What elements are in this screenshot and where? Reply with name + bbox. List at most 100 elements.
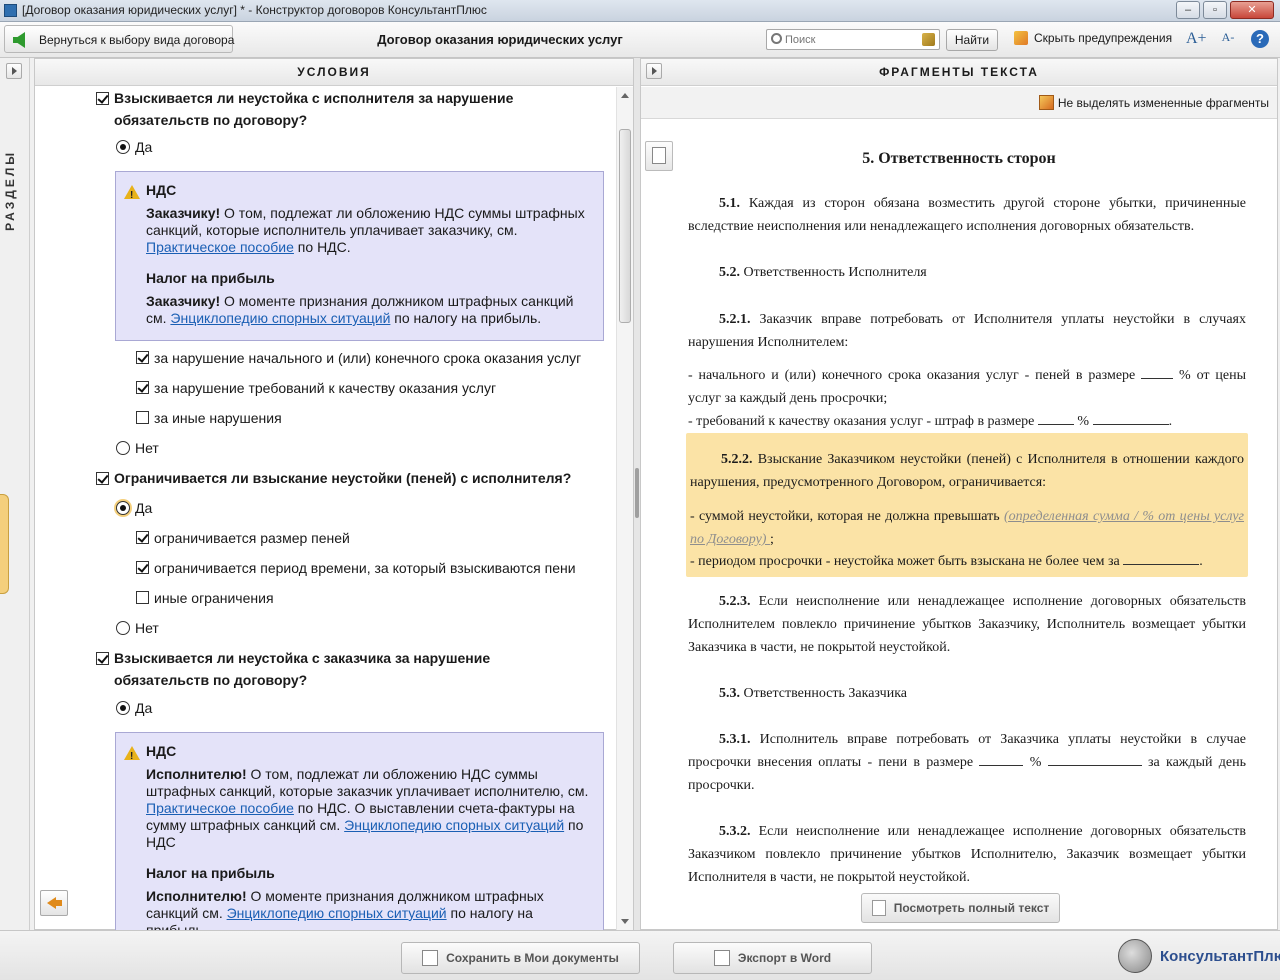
blank-field[interactable]: [1092, 411, 1169, 425]
conditions-header: УСЛОВИЯ: [35, 59, 633, 86]
find-button[interactable]: Найти: [946, 29, 998, 51]
q2-yes-label: Да: [135, 500, 153, 516]
help-icon[interactable]: ?: [1251, 30, 1269, 48]
practical-guide-link[interactable]: Практическое пособие: [146, 800, 294, 816]
bottom-bar: Сохранить в Мои документы Экспорт в Word…: [0, 930, 1280, 980]
hide-warnings-button[interactable]: Скрыть предупреждения: [1014, 31, 1172, 49]
clause-5-1: 5.1. Каждая из сторон обязана возместить…: [688, 196, 1246, 234]
previous-section-button[interactable]: [40, 890, 68, 916]
sections-tab-handle[interactable]: [0, 494, 9, 594]
increase-font-icon[interactable]: A+: [1186, 30, 1207, 50]
q1-opt3-checkbox[interactable]: [136, 411, 149, 424]
blank-field[interactable]: [979, 752, 1024, 766]
clause-5-3: 5.3. Ответственность Заказчика: [719, 686, 908, 701]
scrollbar-thumb[interactable]: [619, 129, 631, 323]
hide-warnings-label: Скрыть предупреждения: [1034, 31, 1173, 45]
note-vat-text: Исполнителю! О том, подлежат ли обложени…: [146, 766, 589, 850]
q1-opt1-label: за нарушение начального и (или) конечног…: [154, 350, 582, 366]
expand-sections-button[interactable]: [6, 63, 22, 79]
contract-text-preview: 5. Ответственность сторон 5.1. Каждая из…: [641, 120, 1277, 890]
scroll-down-icon[interactable]: [621, 919, 629, 924]
save-icon: [422, 950, 439, 966]
note-profit-tax-text: Заказчику! О моменте признания должником…: [146, 293, 574, 326]
note-heading-vat: НДС: [146, 182, 177, 198]
disputes-encyclopedia-link[interactable]: Энциклопедию спорных ситуаций: [170, 310, 390, 326]
splitter-grip[interactable]: [635, 468, 639, 518]
q3-yes-label: Да: [135, 700, 153, 716]
q1-opt1-checkbox[interactable]: [136, 351, 149, 364]
view-full-text-button[interactable]: Посмотреть полный текст: [861, 893, 1060, 923]
blank-field[interactable]: [1047, 752, 1142, 766]
maximize-button[interactable]: ▫: [1203, 1, 1227, 19]
q2-yes-radio[interactable]: [116, 501, 130, 515]
q2-no-radio[interactable]: [116, 621, 130, 635]
section-title: 5. Ответственность сторон: [862, 150, 1056, 167]
note-heading-profit-tax: Налог на прибыль: [146, 865, 275, 881]
export-label: Экспорт в Word: [737, 951, 832, 965]
q1-question: Взыскивается ли неустойка с исполнителя …: [114, 90, 514, 128]
q2-opt2-checkbox[interactable]: [136, 561, 149, 574]
clause-5-3-2: 5.3.2. Если неисполнение или ненадлежаще…: [688, 824, 1246, 885]
sections-label[interactable]: РАЗДЕЛЫ: [3, 150, 25, 231]
app-icon: [4, 4, 17, 17]
q1-no-radio[interactable]: [116, 441, 130, 455]
q3-info-note: НДС Исполнителю! О том, подлежат ли обло…: [115, 732, 604, 930]
q1-opt2-label: за нарушение требований к качеству оказа…: [154, 380, 497, 396]
q2-checkbox[interactable]: [96, 472, 109, 485]
clause-5-2-2-item-1: - суммой неустойки, которая не должна пр…: [690, 509, 1244, 547]
window-title: [Договор оказания юридических услуг] * -…: [22, 3, 487, 17]
q2-opt3-label: иные ограничения: [154, 590, 274, 606]
disputes-encyclopedia-link[interactable]: Энциклопедию спорных ситуаций: [227, 905, 447, 921]
q2-opt3-checkbox[interactable]: [136, 591, 149, 604]
q3-yes-radio[interactable]: [116, 701, 130, 715]
clause-5-2-2-item-2: - периодом просрочки - неустойка может б…: [690, 550, 1244, 573]
note-heading-profit-tax: Налог на прибыль: [146, 270, 275, 286]
search-input[interactable]: [785, 32, 915, 47]
q2-opt1-label: ограничивается размер пеней: [154, 530, 350, 546]
q1-checkbox[interactable]: [96, 92, 109, 105]
q1-yes-radio[interactable]: [116, 140, 130, 154]
clause-5-2-1-item-2: - требований к качеству оказания услуг -…: [688, 410, 1246, 433]
warning-toggle-icon: [1014, 31, 1028, 45]
q3-checkbox[interactable]: [96, 652, 109, 665]
q1-info-note: НДС Заказчику! О том, подлежат ли обложе…: [115, 171, 604, 341]
disputes-encyclopedia-link[interactable]: Энциклопедию спорных ситуаций: [344, 817, 564, 833]
no-highlight-changes-toggle[interactable]: Не выделять измененные фрагменты: [1038, 95, 1269, 110]
conditions-content: Взыскивается ли неустойка с исполнителя …: [35, 87, 617, 930]
export-to-word-button[interactable]: Экспорт в Word: [673, 942, 872, 974]
minimize-button[interactable]: –: [1176, 1, 1200, 19]
search-box: [766, 29, 940, 50]
highlight-toggle-icon: [1038, 95, 1054, 110]
q1-opt3-label: за иные нарушения: [154, 410, 282, 426]
search-icon: [771, 33, 782, 44]
fragments-subtoolbar: Не выделять измененные фрагменты: [641, 87, 1277, 119]
q3-question: Взыскивается ли неустойка с заказчика за…: [114, 650, 491, 688]
decrease-font-icon[interactable]: A-: [1218, 30, 1238, 50]
document-icon: [871, 900, 886, 916]
back-button-label: Вернуться к выбору вида договора: [39, 33, 235, 47]
scroll-up-icon[interactable]: [621, 93, 629, 98]
practical-guide-link[interactable]: Практическое пособие: [146, 239, 294, 255]
q1-opt2-checkbox[interactable]: [136, 381, 149, 394]
close-button[interactable]: ✕: [1230, 1, 1274, 19]
conditions-scrollbar[interactable]: [616, 87, 633, 930]
blank-field[interactable]: [1123, 551, 1200, 565]
clause-5-3-1: 5.3.1. Исполнитель вправе потребовать от…: [688, 732, 1246, 793]
view-full-text-label: Посмотреть полный текст: [893, 901, 1050, 915]
blank-field[interactable]: [1037, 411, 1074, 425]
warning-icon: [124, 185, 140, 204]
q2-question: Ограничивается ли взыскание неустойки (п…: [114, 470, 572, 486]
toolbar: Вернуться к выбору вида договора Договор…: [0, 22, 1280, 58]
expand-fragments-button[interactable]: [646, 63, 662, 79]
blank-field[interactable]: [1141, 365, 1174, 379]
clause-5-2-1-item-1: - начального и (или) конечного срока ока…: [688, 364, 1246, 410]
save-to-my-documents-button[interactable]: Сохранить в Мои документы: [401, 942, 640, 974]
q2-opt1-checkbox[interactable]: [136, 531, 149, 544]
back-to-contract-types-button[interactable]: Вернуться к выбору вида договора: [4, 25, 235, 53]
clause-5-2-3: 5.2.3. Если неисполнение или ненадлежаще…: [688, 594, 1246, 655]
clause-5-2-1: 5.2.1. Заказчик вправе потребовать от Ис…: [688, 312, 1246, 350]
note-vat-text: Заказчику! О том, подлежат ли обложению …: [146, 205, 585, 255]
clear-search-icon[interactable]: [922, 33, 935, 46]
q2-no-label: Нет: [135, 620, 159, 636]
note-heading-vat: НДС: [146, 743, 177, 759]
